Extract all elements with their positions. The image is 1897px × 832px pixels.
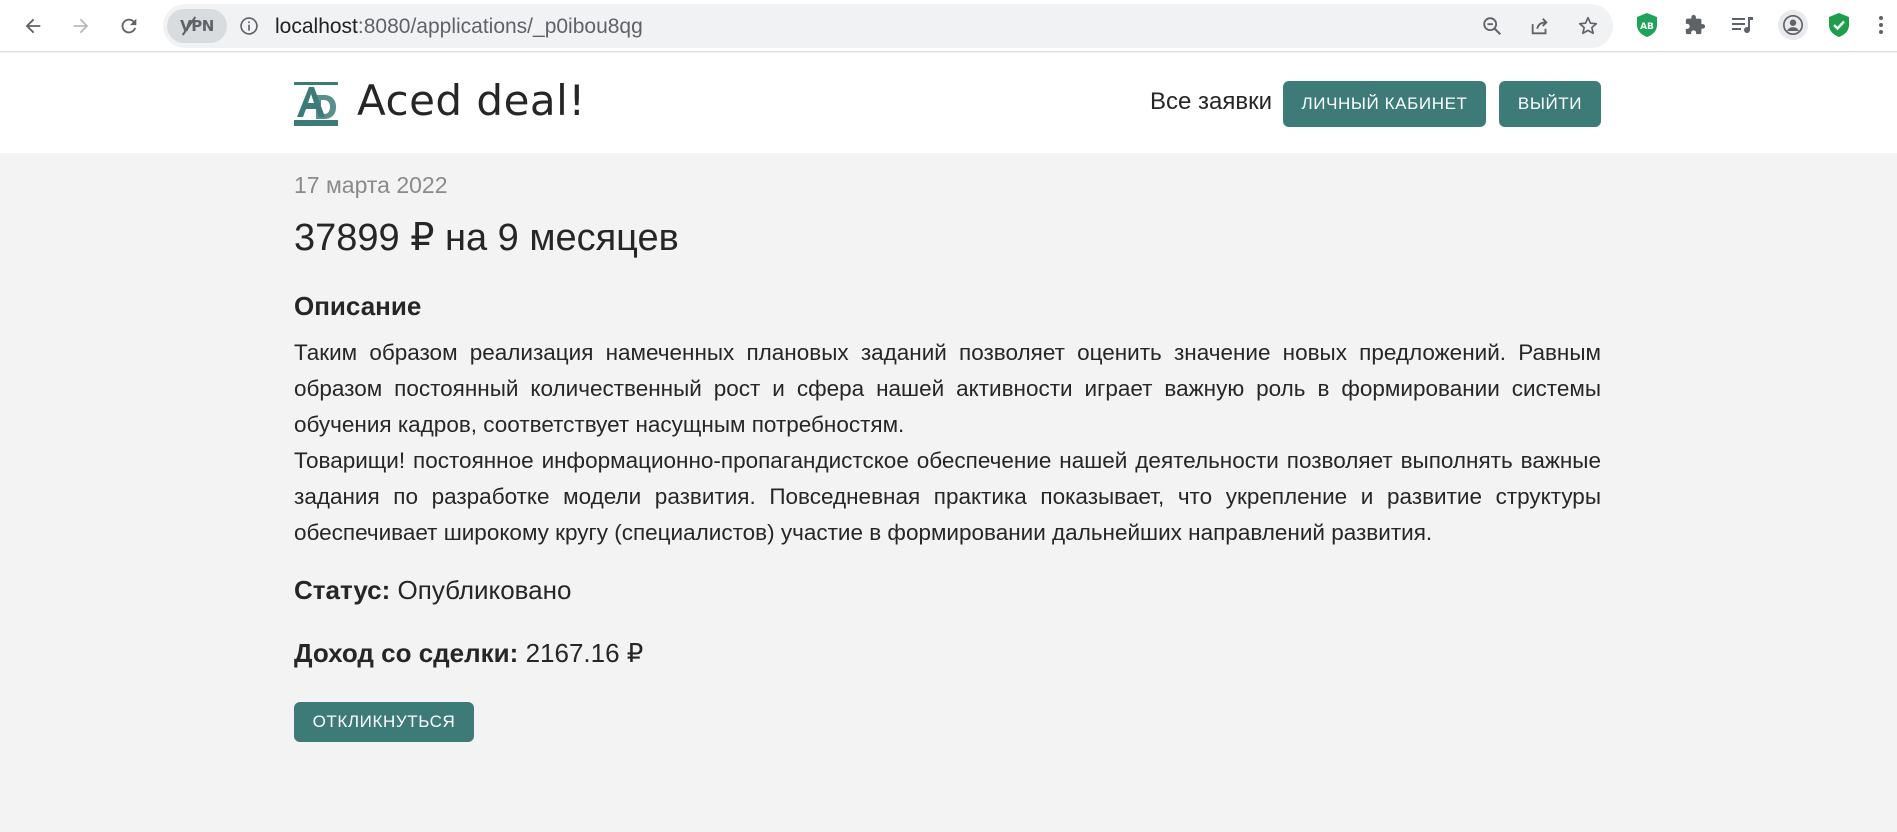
back-icon <box>25 18 41 34</box>
browser-toolbar: VPN localhost:8080/applications/_p0ibou8… <box>0 0 1897 52</box>
reload-icon <box>121 18 137 34</box>
media-controls-button[interactable] <box>1730 12 1756 38</box>
reload-button[interactable] <box>112 9 146 43</box>
media-icon <box>1732 17 1753 34</box>
description-heading: Описание <box>294 291 422 321</box>
shield-check-icon <box>1829 13 1849 37</box>
income-row: Доход со сделки: 2167.16 ₽ <box>294 638 643 669</box>
logout-button[interactable]: ВЫЙТИ <box>1499 81 1601 127</box>
brand-name[interactable]: Aced deal! <box>357 76 586 125</box>
adblock-icon: AB <box>1637 13 1657 37</box>
application-date: 17 марта 2022 <box>294 172 448 198</box>
adblock-extension[interactable]: AB <box>1634 12 1660 38</box>
security-extension[interactable] <box>1826 12 1852 38</box>
share-icon[interactable] <box>1529 15 1551 37</box>
url-path: :8080/applications/_p0ibou8qg <box>357 15 643 38</box>
zoom-out-icon[interactable] <box>1481 15 1503 37</box>
logo-icon[interactable] <box>294 82 338 126</box>
income-value: 2167.16 ₽ <box>525 638 644 668</box>
application-amount-title: 37899 ₽ на 9 месяцев <box>294 217 679 259</box>
svg-text:AB: AB <box>1640 22 1654 32</box>
site-header: Aced deal! Все заявки ЛИЧНЫЙ КАБИНЕТ ВЫЙ… <box>0 53 1897 153</box>
status-value: Опубликовано <box>397 575 572 605</box>
status-row: Статус: Опубликовано <box>294 575 571 606</box>
income-label: Доход со сделки: <box>294 638 519 668</box>
menu-icon <box>1879 16 1883 34</box>
nav-all-requests-link[interactable]: Все заявки <box>1150 88 1272 116</box>
forward-button[interactable] <box>64 9 98 43</box>
extensions-icon <box>1685 14 1706 35</box>
personal-cabinet-button[interactable]: ЛИЧНЫЙ КАБИНЕТ <box>1283 81 1486 127</box>
status-label: Статус: <box>294 575 391 605</box>
forward-icon <box>73 18 89 34</box>
address-bar[interactable]: VPN localhost:8080/applications/_p0ibou8… <box>163 4 1613 48</box>
extensions-button[interactable] <box>1682 12 1708 38</box>
info-icon[interactable] <box>239 16 259 36</box>
url-text[interactable]: localhost:8080/applications/_p0ibou8qg <box>275 15 643 39</box>
profile-icon <box>1783 15 1803 35</box>
respond-button[interactable]: ОТКЛИКНУТЬСЯ <box>294 702 474 742</box>
description-paragraph: Товарищи! постоянное информационно-пропа… <box>294 448 1601 545</box>
url-host: localhost <box>275 15 358 38</box>
back-button[interactable] <box>16 9 50 43</box>
browser-menu-button[interactable] <box>1874 12 1888 38</box>
star-icon[interactable] <box>1577 15 1599 37</box>
profile-button[interactable] <box>1778 10 1808 40</box>
description-text: Таким образом реализация намеченных план… <box>294 335 1601 551</box>
description-paragraph: Таким образом реализация намеченных план… <box>294 340 1601 437</box>
vpn-badge[interactable]: VPN <box>167 9 227 43</box>
